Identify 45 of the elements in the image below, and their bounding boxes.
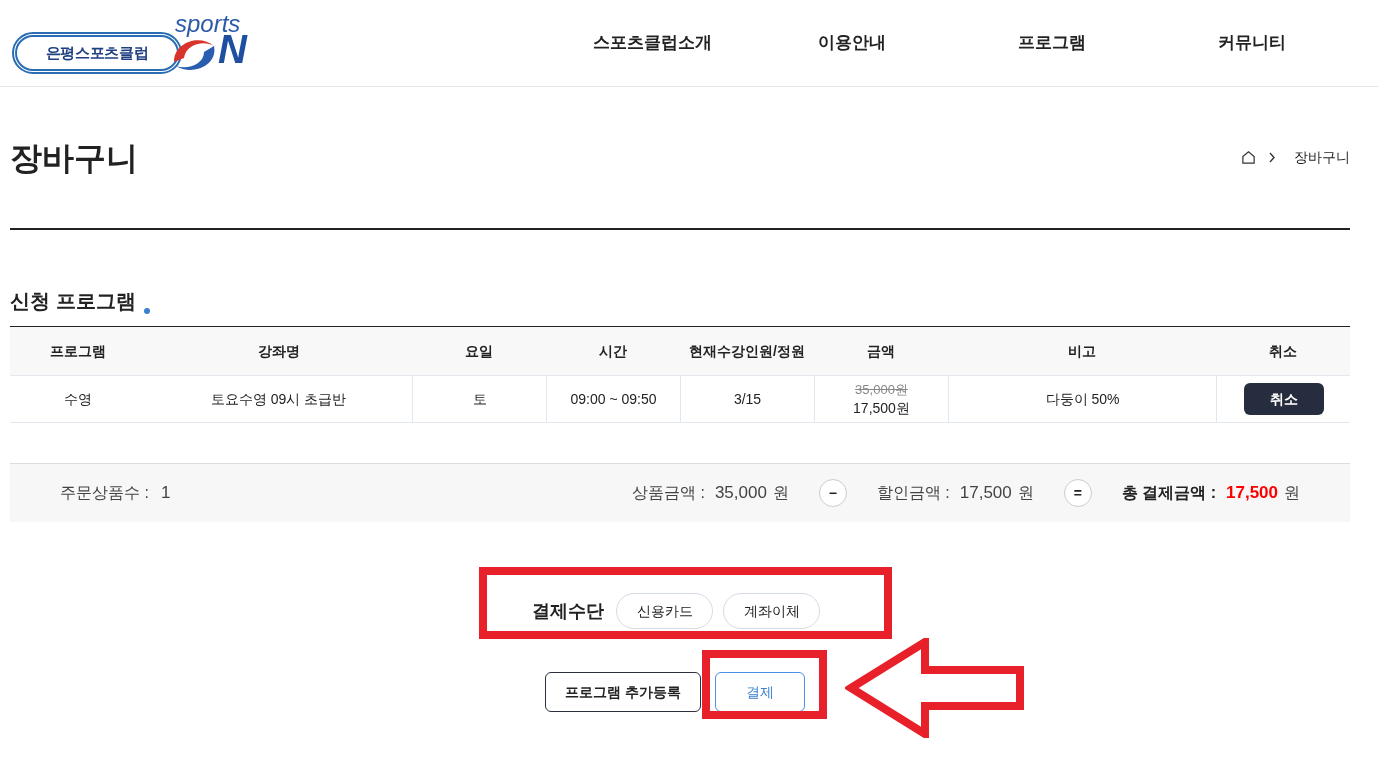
column-header: 현재수강인원/정원 xyxy=(688,341,806,361)
table-cell-text: 토요수영 09시 초급반 xyxy=(209,389,348,409)
cancel-button[interactable]: 취소 xyxy=(1243,383,1324,415)
column-header: 금액 xyxy=(866,341,896,361)
nav-link[interactable]: 스포츠클럽소개 xyxy=(552,30,752,56)
summary-label: 상품금액 : xyxy=(632,483,705,503)
table-cell: 토 xyxy=(412,376,546,422)
nav-link[interactable]: 프로그램 xyxy=(952,30,1152,56)
pay-button[interactable]: 결제 xyxy=(715,672,805,712)
table-cell: 다둥이 50% xyxy=(948,376,1216,422)
column-header: 시간 xyxy=(598,341,628,361)
nav-link[interactable]: 이용안내 xyxy=(752,30,952,56)
column-header: 강좌명 xyxy=(256,341,301,361)
chevron-icon xyxy=(1268,152,1276,163)
column-header: 비고 xyxy=(1067,341,1097,361)
total-label: 총 결제금액 : xyxy=(1121,483,1216,503)
table-cell: 3/15 xyxy=(680,376,814,422)
column-header: 취소 xyxy=(1268,341,1298,361)
section-title: 신청 프로그램 xyxy=(10,289,136,314)
page-title: 장바구니 xyxy=(10,138,138,178)
logo-badge-text: 은평스포츠클럽 xyxy=(45,42,149,63)
equals-sign: = xyxy=(1063,479,1092,507)
currency-unit: 원 xyxy=(772,483,789,503)
original-price: 35,000원 xyxy=(855,381,908,399)
currency-unit: 원 xyxy=(1284,483,1300,503)
total-value: 17,500 xyxy=(1226,482,1278,505)
column-header: 요일 xyxy=(464,341,494,361)
payment-method-option[interactable]: 신용카드 xyxy=(616,593,713,629)
summary-value: 35,000 xyxy=(714,482,767,505)
summary-value: 1 xyxy=(160,482,171,505)
summary-value: 17,500 xyxy=(959,482,1012,505)
summary-label: 할인금액 : xyxy=(876,483,950,503)
payment-method-label: 결제수단 xyxy=(532,599,604,623)
summary-label: 주문상품수 : xyxy=(60,483,149,503)
column-header: 프로그램 xyxy=(48,341,107,361)
home-icon[interactable] xyxy=(1241,150,1256,165)
currency-unit: 원 xyxy=(1017,483,1034,503)
payment-method-option[interactable]: 계좌이체 xyxy=(723,593,820,629)
nav-link[interactable]: 커뮤니티 xyxy=(1152,30,1352,56)
table-cell-text: 수영 xyxy=(62,389,93,409)
add-program-button[interactable]: 프로그램 추가등록 xyxy=(545,672,701,712)
table-cell: 09:00 ~ 09:50 xyxy=(546,376,680,422)
breadcrumb-item[interactable]: 장바구니 xyxy=(1294,147,1350,168)
minus-sign: − xyxy=(818,479,847,507)
discounted-price: 17,500원 xyxy=(853,399,910,418)
